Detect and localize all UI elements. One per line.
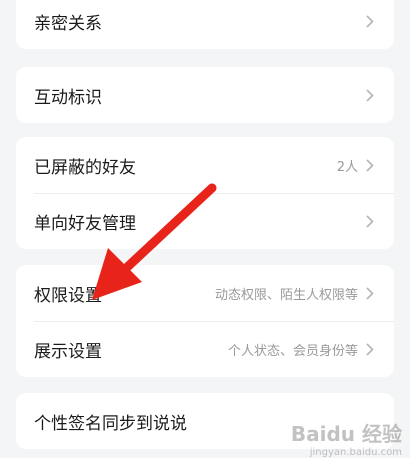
settings-group-intimacy: 亲密关系 xyxy=(16,0,394,49)
display-settings-label: 展示设置 xyxy=(34,341,102,362)
chevron-right-icon xyxy=(364,214,376,228)
chevron-right-icon xyxy=(364,342,376,356)
permission-settings-row[interactable]: 权限设置 动态权限、陌生人权限等 xyxy=(16,265,394,321)
blocked-friends-count: 2人 xyxy=(336,159,358,175)
settings-group-interaction: 互动标识 xyxy=(16,67,394,123)
signature-sync-label: 个性签名同步到说说 xyxy=(34,413,187,434)
chevron-right-icon xyxy=(364,286,376,300)
intimate-relation-row[interactable]: 亲密关系 xyxy=(16,0,394,49)
blocked-friends-label: 已屏蔽的好友 xyxy=(34,157,136,178)
interaction-badge-label: 互动标识 xyxy=(34,87,102,108)
settings-group-signature: 个性签名同步到说说 xyxy=(16,393,394,449)
chevron-right-icon xyxy=(364,14,376,28)
settings-group-privacy: 权限设置 动态权限、陌生人权限等 展示设置 个人状态、会员身份等 xyxy=(16,265,394,377)
interaction-badge-row[interactable]: 互动标识 xyxy=(16,67,394,123)
display-settings-hint: 个人状态、会员身份等 xyxy=(227,343,358,359)
one-way-friends-label: 单向好友管理 xyxy=(34,213,136,234)
display-settings-row[interactable]: 展示设置 个人状态、会员身份等 xyxy=(16,321,394,377)
settings-group-friends: 已屏蔽的好友 2人 单向好友管理 xyxy=(16,137,394,249)
blocked-friends-row[interactable]: 已屏蔽的好友 2人 xyxy=(16,137,394,193)
chevron-right-icon xyxy=(364,158,376,172)
signature-sync-row[interactable]: 个性签名同步到说说 xyxy=(16,393,394,449)
permission-settings-label: 权限设置 xyxy=(34,285,102,306)
chevron-right-icon xyxy=(364,88,376,102)
intimate-relation-label: 亲密关系 xyxy=(34,13,102,34)
permission-settings-hint: 动态权限、陌生人权限等 xyxy=(214,287,358,303)
one-way-friends-row[interactable]: 单向好友管理 xyxy=(16,193,394,249)
